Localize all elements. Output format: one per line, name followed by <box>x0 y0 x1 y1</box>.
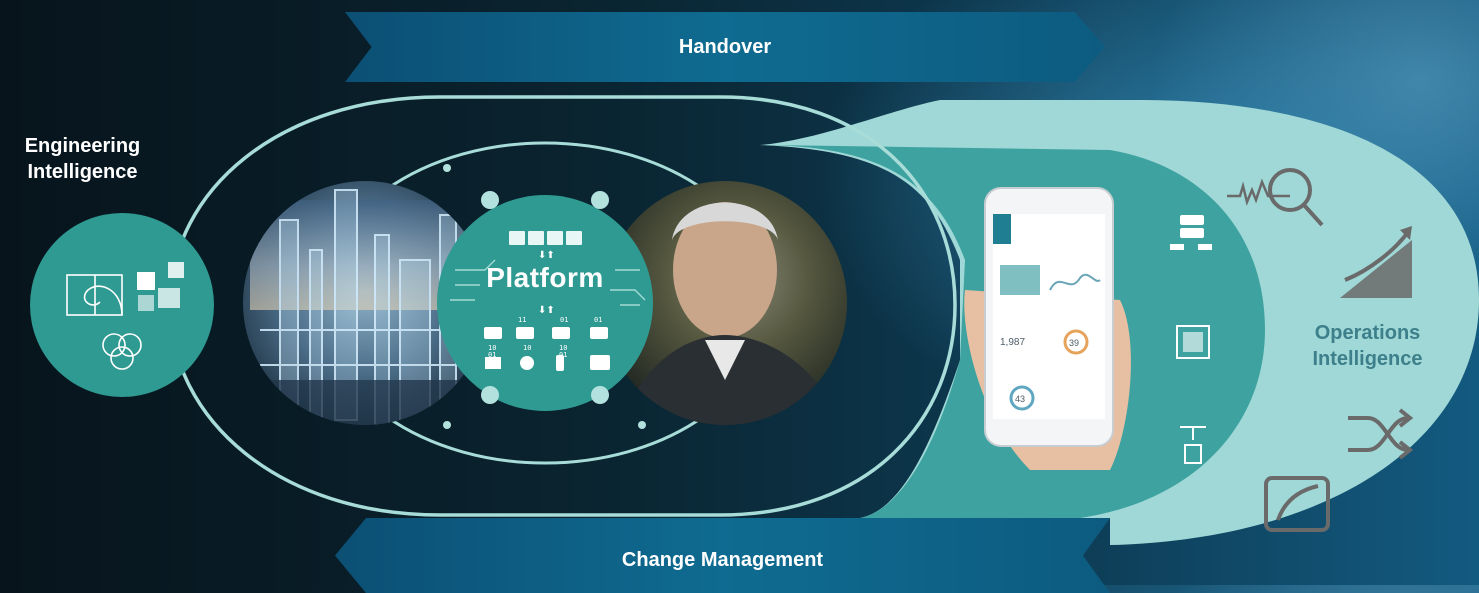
module-icon <box>566 231 582 245</box>
platform-circle <box>437 195 653 411</box>
svg-text:10: 10 <box>523 344 531 352</box>
engineering-intelligence-label: Engineering Intelligence <box>24 135 141 183</box>
phone-value-2: 39 <box>1069 338 1079 348</box>
arrows-top-icon: ⬇⬆ <box>538 250 555 261</box>
phone-value-1: 1,987 <box>1000 337 1025 348</box>
phone-value-3: 43 <box>1015 394 1025 404</box>
arrows-bottom-icon: ⬇⬆ <box>538 305 555 316</box>
svg-text:01: 01 <box>594 316 602 324</box>
binary-node-icon <box>484 327 502 339</box>
platform-label: Platform <box>486 262 604 293</box>
factory-icon <box>485 357 501 369</box>
gear-icon <box>520 356 534 370</box>
binary-node-icon <box>590 327 608 339</box>
binary-node-icon <box>552 327 570 339</box>
module-icon <box>528 231 544 245</box>
device-icon <box>590 355 610 370</box>
bottle-icon <box>556 355 564 371</box>
operations-intelligence-label: Operations Intelligence <box>1312 322 1423 370</box>
svg-text:11: 11 <box>518 316 526 324</box>
module-icon <box>547 231 563 245</box>
smartphone-dashboard-photo: 1,987 39 43 <box>964 187 1131 470</box>
binary-node-icon <box>516 327 534 339</box>
svg-text:01: 01 <box>560 316 568 324</box>
diagram-canvas: ⬇⬆ ⬇⬆ 11 01 01 10 10 10 01 01 1,987 39 4… <box>30 95 1479 545</box>
module-icon <box>509 231 525 245</box>
